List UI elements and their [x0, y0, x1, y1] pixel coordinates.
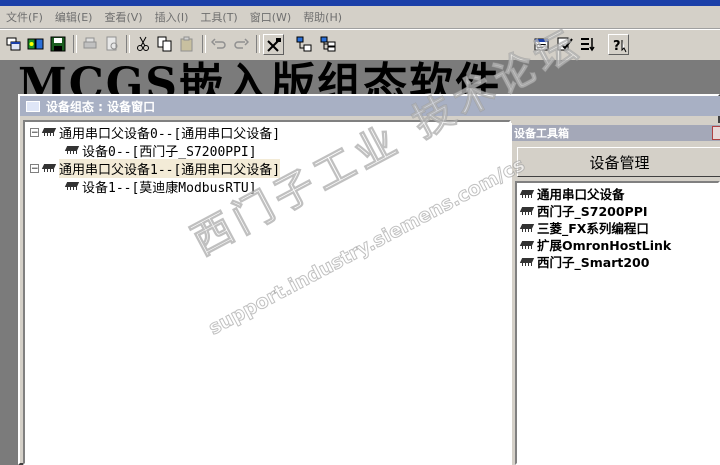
- menu-tools[interactable]: 工具(T): [194, 9, 243, 25]
- device-chip-icon: [65, 146, 79, 154]
- toolbox-item[interactable]: 三菱_FX系列编程口: [520, 219, 649, 236]
- paste-icon[interactable]: [177, 34, 197, 54]
- toolbox-item[interactable]: 扩展OmronHostLink: [520, 236, 671, 253]
- toolbox-item[interactable]: 西门子_Smart200: [520, 253, 649, 270]
- svg-text:?: ?: [613, 39, 621, 53]
- device-chip-icon: [520, 258, 534, 266]
- device-chip-icon: [65, 182, 79, 190]
- device-chip-icon: [520, 190, 534, 198]
- toolbox-item[interactable]: 通用串口父设备: [520, 185, 625, 202]
- help-icon[interactable]: ?: [608, 34, 629, 55]
- tree-node-label: 通用串口父设备0--[通用串口父设备]: [59, 126, 281, 142]
- device-chip-icon: [42, 164, 56, 172]
- toolbox-item-label: 西门子_Smart200: [537, 255, 650, 270]
- menu-bar: 文件(F) 编辑(E) 查看(V) 插入(I) 工具(T) 窗口(W) 帮助(H…: [0, 6, 720, 29]
- menu-insert[interactable]: 插入(I): [149, 9, 195, 25]
- toolbox-titlebar[interactable]: 设备工具箱: [512, 125, 720, 141]
- save-icon[interactable]: [48, 34, 68, 54]
- toolbox-device-list: 通用串口父设备 西门子_S7200PPI 三菱_FX系列编程口 扩展OmronH…: [515, 181, 720, 465]
- device-chip-icon[interactable]: [26, 34, 46, 54]
- tools-icon[interactable]: [263, 34, 284, 55]
- tree-node-parent-0[interactable]: − 通用串口父设备0--[通用串口父设备]: [30, 123, 281, 142]
- device-chip-icon: [520, 241, 534, 249]
- redo-icon[interactable]: [231, 34, 251, 54]
- copy-icon[interactable]: [155, 34, 175, 54]
- window-icon[interactable]: [4, 34, 24, 54]
- collapse-icon[interactable]: −: [30, 163, 39, 173]
- collapse-icon[interactable]: −: [30, 127, 39, 137]
- cut-icon[interactable]: [133, 34, 153, 54]
- tree-icon[interactable]: [294, 34, 314, 54]
- device-chip-icon: [520, 207, 534, 215]
- menu-edit[interactable]: 编辑(E): [49, 9, 99, 25]
- toolbox-close-button[interactable]: [712, 126, 720, 140]
- tree-node-label: 设备0--[西门子_S7200PPI]: [82, 144, 257, 160]
- window-icon: [26, 100, 40, 112]
- device-manager-button[interactable]: 设备管理: [517, 147, 720, 177]
- toolbox-item[interactable]: 西门子_S7200PPI: [520, 202, 648, 219]
- print-icon[interactable]: [80, 34, 100, 54]
- tree-node-parent-1[interactable]: − 通用串口父设备1--[通用串口父设备]: [30, 158, 281, 178]
- undo-icon[interactable]: [209, 34, 229, 54]
- toolbox-title: 设备工具箱: [514, 127, 569, 140]
- menu-help[interactable]: 帮助(H): [297, 9, 348, 25]
- menu-view[interactable]: 查看(V): [98, 9, 148, 25]
- menu-file[interactable]: 文件(F): [0, 9, 49, 25]
- device-window-title: 设备组态 : 设备窗口: [46, 99, 156, 114]
- print-preview-icon[interactable]: [102, 34, 122, 54]
- menu-window[interactable]: 窗口(W): [244, 9, 297, 25]
- tree-node-device-0[interactable]: 设备0--[西门子_S7200PPI]: [65, 141, 257, 160]
- tree-grid-icon[interactable]: [318, 34, 338, 54]
- device-chip-icon: [520, 224, 534, 232]
- toolbar: ?: [0, 29, 720, 61]
- tree-node-label-selected: 通用串口父设备1--[通用串口父设备]: [59, 158, 281, 178]
- device-chip-icon: [42, 128, 56, 136]
